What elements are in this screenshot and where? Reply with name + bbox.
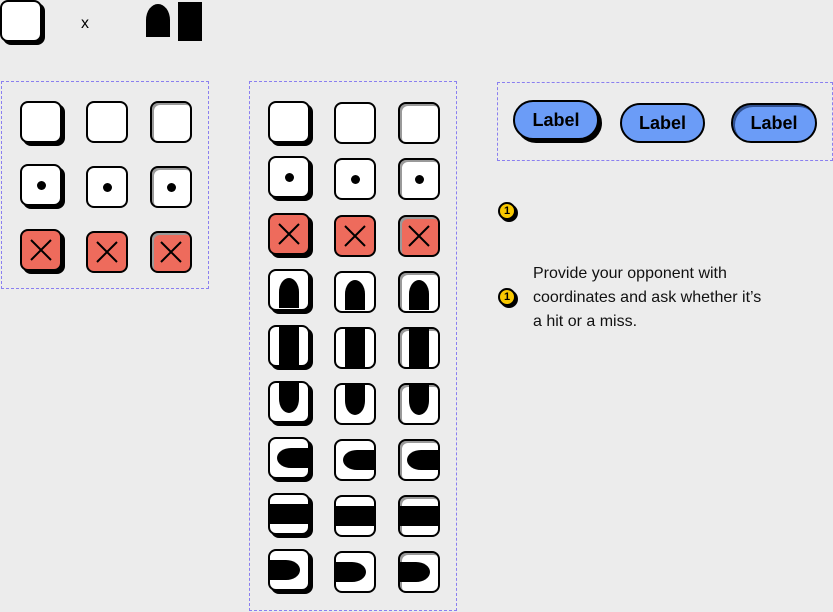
ship-bow-icon [409, 280, 429, 310]
ship-hull-icon [409, 329, 429, 367]
ship-bow-icon [343, 450, 374, 470]
ship-stern-down-cell-hover[interactable] [334, 383, 376, 425]
ship-bow-up-cell-hover[interactable] [334, 271, 376, 313]
ship-bow-left-cell-default[interactable] [268, 437, 310, 479]
ship-bow-icon [345, 280, 365, 310]
grid-cell-empty-pressed[interactable] [398, 102, 440, 144]
ship-bow-icon [277, 448, 308, 468]
ship-bow-up-cell-pressed[interactable] [398, 271, 440, 313]
ship-bow-up-cell-default[interactable] [268, 269, 310, 311]
ship-stern-down-cell-default[interactable] [268, 381, 310, 423]
ship-mid-horizontal-cell-default[interactable] [268, 493, 310, 535]
hit-cross-icon [160, 241, 182, 263]
grid-cell-hit-pressed[interactable] [398, 215, 440, 257]
empty-cell-pressed[interactable] [150, 101, 192, 143]
grid-cell-miss-default[interactable] [268, 156, 310, 198]
ship-mid-horizontal-cell-hover[interactable] [334, 495, 376, 537]
miss-dot-icon [102, 182, 112, 192]
grid-cell-miss-pressed[interactable] [398, 158, 440, 200]
ship-mid-vertical-cell-hover[interactable] [334, 327, 376, 369]
size-multiplier-label: x [81, 15, 89, 32]
hit-cell-pressed[interactable] [150, 231, 192, 273]
hit-cell-hover[interactable] [86, 231, 128, 273]
miss-dot-icon [350, 174, 360, 184]
label-button-default[interactable]: Label [513, 100, 599, 140]
ship-hull-icon [345, 329, 365, 367]
ship-stern-icon [400, 562, 430, 582]
ship-hull-icon [279, 327, 299, 365]
grid-cell-empty-default[interactable] [268, 101, 310, 143]
ship-stern-icon [336, 562, 366, 582]
ship-bow-icon [407, 450, 438, 470]
instruction-note: Provide your opponent with coordinates a… [533, 265, 762, 330]
ship-mid-vertical-cell-pressed[interactable] [398, 327, 440, 369]
hit-cross-icon [96, 241, 118, 263]
step-badge-2: 1 [498, 288, 516, 306]
hit-cell-default[interactable] [20, 229, 62, 271]
ship-hull-icon [336, 506, 374, 526]
hit-cross-icon [278, 223, 300, 245]
ship-bow-sample-icon [146, 4, 170, 37]
label-button-hover[interactable]: Label [620, 103, 705, 143]
ship-stern-icon [409, 385, 429, 415]
ship-stern-right-cell-pressed[interactable] [398, 551, 440, 593]
ship-hull-icon [270, 504, 308, 524]
ship-mid-horizontal-cell-pressed[interactable] [398, 495, 440, 537]
ship-stern-icon [345, 385, 365, 415]
miss-dot-icon [166, 182, 176, 192]
ship-stern-right-cell-hover[interactable] [334, 551, 376, 593]
grid-cell-empty-hover[interactable] [334, 102, 376, 144]
grid-cell-miss-hover[interactable] [334, 158, 376, 200]
hit-cross-icon [30, 239, 52, 261]
label-button-pressed[interactable]: Label [731, 103, 817, 143]
step-badge-1: 1 [498, 202, 516, 220]
miss-dot-icon [414, 174, 424, 184]
empty-cell-default[interactable] [20, 101, 62, 143]
grid-cell-hit-hover[interactable] [334, 215, 376, 257]
ship-hull-icon [400, 506, 438, 526]
miss-cell-default[interactable] [20, 164, 62, 206]
ship-bow-icon [279, 278, 299, 308]
ship-stern-icon [279, 383, 299, 413]
miss-dot-icon [284, 172, 294, 182]
hit-cross-icon [344, 225, 366, 247]
grid-cell-hit-default[interactable] [268, 213, 310, 255]
empty-cell-hover[interactable] [86, 101, 128, 143]
empty-cell-sample [0, 0, 42, 42]
miss-dot-icon [36, 180, 46, 190]
ship-stern-down-cell-pressed[interactable] [398, 383, 440, 425]
ship-stern-right-cell-default[interactable] [268, 549, 310, 591]
hit-cross-icon [408, 225, 430, 247]
miss-cell-hover[interactable] [86, 166, 128, 208]
ship-mid-sample-icon [178, 2, 202, 41]
ship-bow-left-cell-pressed[interactable] [398, 439, 440, 481]
ship-bow-left-cell-hover[interactable] [334, 439, 376, 481]
miss-cell-pressed[interactable] [150, 166, 192, 208]
ship-stern-icon [270, 560, 300, 580]
ship-mid-vertical-cell-default[interactable] [268, 325, 310, 367]
